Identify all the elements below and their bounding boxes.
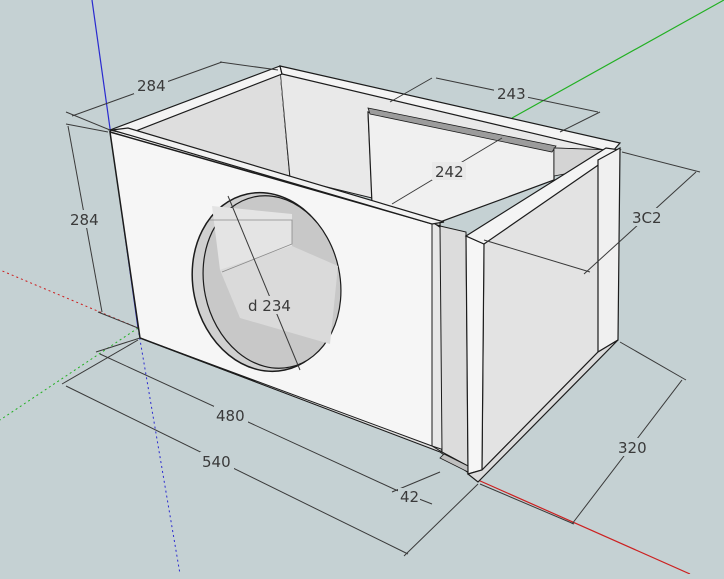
ext-243-right	[559, 111, 601, 133]
ext-302-top	[621, 151, 701, 173]
axis-red	[477, 479, 691, 575]
label-port-gap: 42	[400, 488, 419, 506]
label-partition-width: 242	[435, 163, 464, 181]
ext-320-top	[619, 341, 687, 381]
port-slot	[439, 225, 469, 467]
sketchup-viewport[interactable]: 284 243 284 242 3C2 d 234 480 540 42 320	[0, 0, 724, 575]
ext-top-left	[65, 111, 111, 131]
label-height-left: 284	[70, 211, 99, 229]
label-outer-width: 540	[202, 453, 231, 471]
ext-480-left	[95, 337, 141, 353]
axis-blue-dotted	[137, 327, 181, 575]
label-inner-width: 480	[216, 407, 245, 425]
label-top-depth: 284	[137, 77, 166, 95]
ext-540-left	[61, 339, 139, 385]
right-panel-front-edge	[465, 235, 485, 475]
ext-320-bottom	[479, 483, 575, 525]
ext-left-bottom	[97, 311, 139, 329]
label-inner-depth: 243	[497, 85, 526, 103]
right-outer-edge	[597, 146, 621, 354]
axis-green-dotted	[0, 327, 139, 421]
label-port-depth: 320	[618, 439, 647, 457]
label-hole-diameter: d 234	[248, 297, 291, 315]
label-port-height: 3C2	[632, 209, 662, 227]
right-panel-face	[481, 159, 599, 472]
box-3d-model: 284 243 284 242 3C2 d 234 480 540 42 320	[0, 0, 724, 575]
ext-left-top	[65, 123, 109, 133]
ext-top-back	[219, 61, 279, 71]
